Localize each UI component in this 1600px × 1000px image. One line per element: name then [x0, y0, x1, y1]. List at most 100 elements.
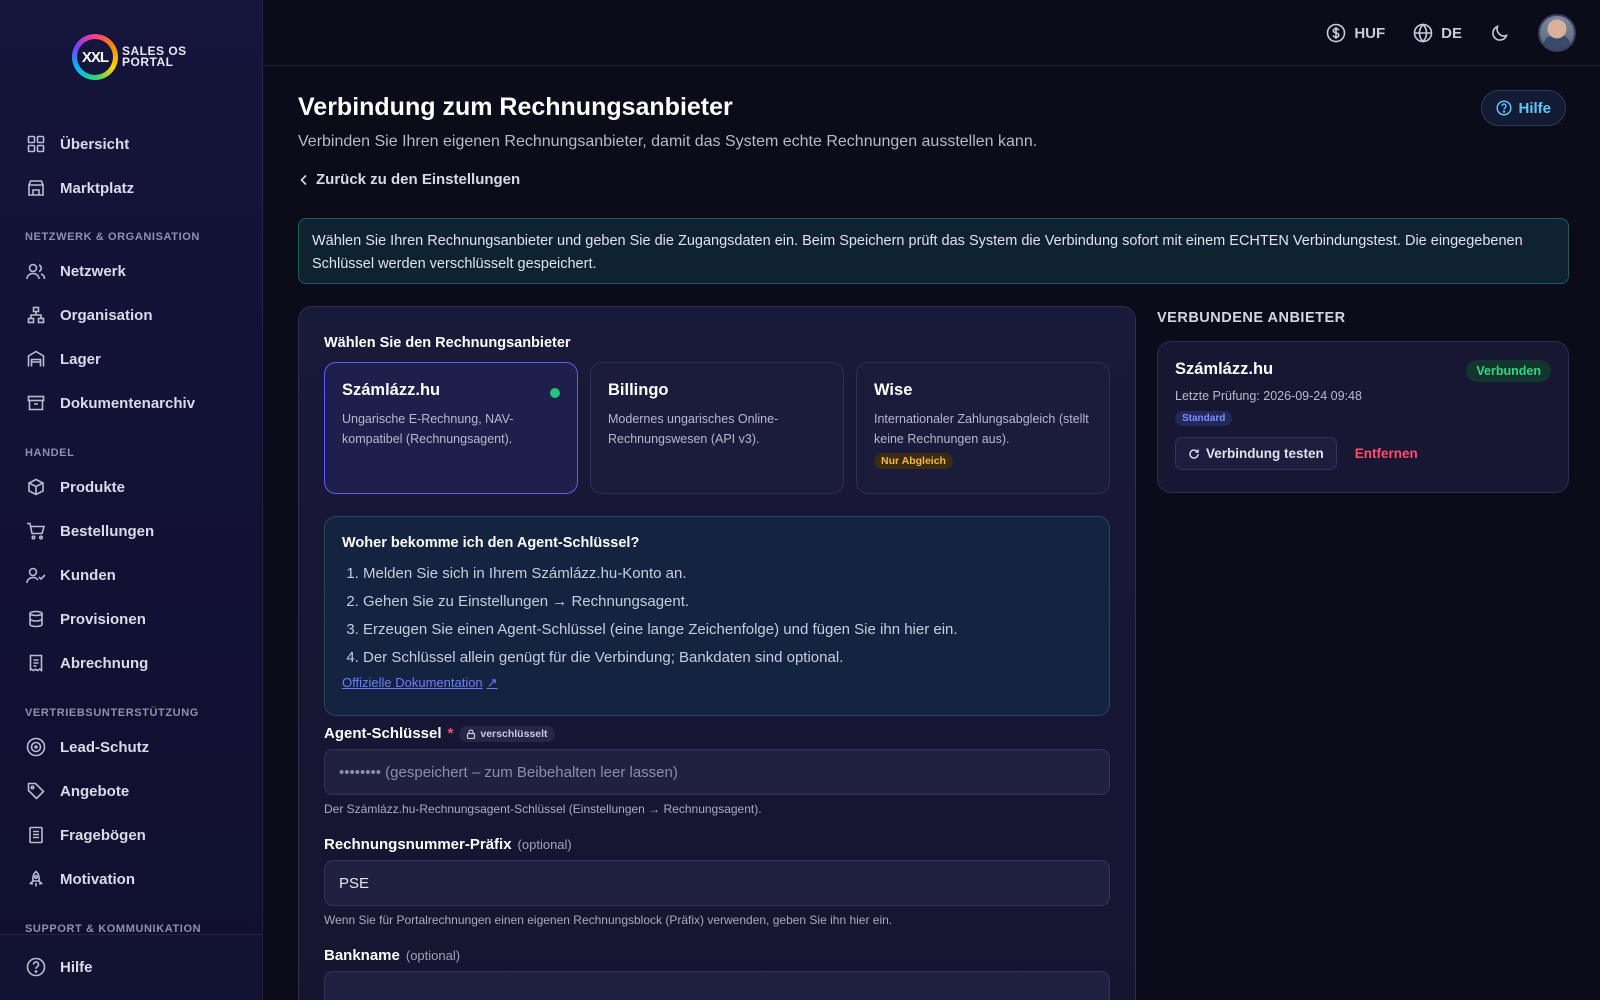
sidebar-item-network[interactable]: Netzwerk — [26, 257, 126, 285]
database-icon — [26, 609, 46, 629]
provider-card: Wählen Sie den Rechnungsanbieter Számláz… — [298, 306, 1136, 1000]
user-check-icon — [26, 565, 46, 585]
sidebar-item-commissions[interactable]: Provisionen — [26, 605, 146, 633]
provider-name: Számlázz.hu — [342, 381, 441, 399]
provider-description: Internationaler Zahlungsabgleich (stellt… — [874, 412, 1089, 446]
last-check: Letzte Prüfung: 2026-09-24 09:48 — [1175, 389, 1362, 403]
provider-section-label: Wählen Sie den Rechnungsanbieter — [324, 335, 571, 351]
sidebar-item-offers[interactable]: Angebote — [26, 777, 129, 805]
status-badge: Verbunden — [1466, 360, 1551, 382]
info-box: Wählen Sie Ihren Rechnungsanbieter und g… — [298, 218, 1569, 284]
test-connection-button[interactable]: Verbindung testen — [1175, 437, 1337, 470]
sidebar-item-products[interactable]: Produkte — [26, 473, 125, 501]
globe-icon — [1413, 23, 1433, 43]
sidebar-item-marketplace[interactable]: Marktplatz — [26, 174, 134, 202]
target-icon — [26, 737, 46, 757]
docs-link[interactable]: Offizielle Dokumentation ↗ — [342, 675, 498, 691]
clipboard-icon — [26, 825, 46, 845]
selected-indicator — [550, 388, 560, 398]
sidebar-item-help[interactable]: Hilfe — [26, 953, 93, 981]
nav-section-trade: HANDEL — [25, 447, 75, 459]
sidebar: XXL SALES OS PORTAL Übersicht Marktplatz… — [0, 0, 263, 1000]
provider-option-wise[interactable]: Wise Internationaler Zahlungsabgleich (s… — [856, 362, 1110, 494]
currency-selector[interactable]: HUF — [1326, 23, 1385, 43]
connected-provider-card: Számlázz.hu Verbunden Letzte Prüfung: 20… — [1157, 341, 1569, 493]
provider-name: Billingo — [608, 381, 669, 399]
page-subtitle: Verbinden Sie Ihren eigenen Rechnungsanb… — [298, 133, 1038, 150]
avatar[interactable] — [1538, 14, 1576, 52]
help-circle-icon — [26, 957, 46, 977]
cart-icon — [26, 521, 46, 541]
encrypted-badge: verschlüsselt — [459, 725, 555, 742]
grid-icon — [26, 134, 46, 154]
nav-section-network: NETZWERK & ORGANISATION — [25, 231, 200, 243]
reconcile-only-badge: Nur Abgleich — [874, 453, 953, 469]
rocket-icon — [26, 869, 46, 889]
howto-box: Woher bekomme ich den Agent-Schlüssel? M… — [324, 516, 1110, 716]
warehouse-icon — [26, 349, 46, 369]
provider-name: Wise — [874, 381, 913, 399]
external-link-icon: ↗ — [486, 675, 498, 690]
agent-key-hint: Der Számlázz.hu-Rechnungsagent-Schlüssel… — [324, 802, 762, 816]
nav-section-sales: VERTRIEBSUNTERSTÜTZUNG — [25, 707, 199, 719]
default-badge: Standard — [1175, 411, 1233, 426]
connected-providers-title: VERBUNDENE ANBIETER — [1157, 310, 1346, 326]
agent-key-input[interactable]: •••••••• (gespeichert – zum Beibehalten … — [324, 749, 1110, 795]
agent-key-label: Agent-Schlüssel * verschlüsselt — [324, 725, 555, 742]
provider-description: Ungarische E-Rechnung, NAV-kompatibel (R… — [342, 412, 514, 446]
top-actions: HUF DE — [1326, 14, 1576, 52]
optional-marker: (optional) — [405, 948, 461, 963]
users-icon — [26, 261, 46, 281]
theme-toggle[interactable] — [1490, 23, 1510, 43]
topbar: HUF DE — [264, 0, 1600, 66]
provider-option-billingo[interactable]: Billingo Modernes ungarisches Online-Rec… — [590, 362, 844, 494]
bank-name-input[interactable] — [324, 971, 1110, 1000]
sidebar-item-overview[interactable]: Übersicht — [26, 130, 129, 158]
org-chart-icon — [26, 305, 46, 325]
sidebar-item-customers[interactable]: Kunden — [26, 561, 116, 589]
sidebar-item-orders[interactable]: Bestellungen — [26, 517, 154, 545]
refresh-icon — [1189, 448, 1199, 459]
howto-step: Melden Sie sich in Ihrem Számlázz.hu-Kon… — [363, 560, 1092, 588]
page-title: Verbindung zum Rechnungsanbieter — [298, 93, 733, 121]
receipt-icon — [26, 653, 46, 673]
howto-step: Erzeugen Sie einen Agent-Schlüssel (eine… — [363, 616, 1092, 644]
prefix-input[interactable]: PSE — [324, 860, 1110, 906]
prefix-label: Rechnungsnummer-Präfix (optional) — [324, 836, 572, 853]
sidebar-item-questionnaires[interactable]: Fragebögen — [26, 821, 146, 849]
currency-icon — [1327, 23, 1346, 43]
bank-name-label: Bankname (optional) — [324, 947, 461, 964]
howto-step: Gehen Sie zu Einstellungen → Rechnungsag… — [363, 588, 1092, 616]
lock-icon — [467, 728, 476, 739]
help-circle-icon — [1496, 100, 1513, 116]
sidebar-footer: Hilfe — [0, 934, 262, 1000]
tag-icon — [26, 781, 46, 801]
optional-marker: (optional) — [517, 837, 572, 852]
sidebar-item-lead-protection[interactable]: Lead-Schutz — [26, 733, 149, 761]
howto-steps: Melden Sie sich in Ihrem Számlázz.hu-Kon… — [363, 560, 1092, 672]
remove-button[interactable]: Entfernen — [1355, 446, 1418, 461]
howto-step: Der Schlüssel allein genügt für die Verb… — [363, 644, 1092, 672]
prefix-value: PSE — [339, 874, 370, 892]
sidebar-item-motivation[interactable]: Motivation — [26, 865, 135, 893]
back-link[interactable]: Zurück zu den Einstellungen — [298, 171, 520, 188]
logo[interactable]: XXL SALES OS PORTAL — [72, 34, 187, 80]
connected-actions: Verbindung testen Entfernen — [1175, 437, 1551, 470]
howto-title: Woher bekomme ich den Agent-Schlüssel? — [342, 535, 640, 551]
moon-icon — [1492, 25, 1508, 41]
store-icon — [26, 178, 46, 198]
language-selector[interactable]: DE — [1413, 23, 1462, 43]
sidebar-item-organisation[interactable]: Organisation — [26, 301, 153, 329]
provider-description: Modernes ungarisches Online-Rechnungswes… — [608, 412, 779, 446]
logo-badge: XXL — [72, 34, 118, 80]
agent-key-placeholder: •••••••• (gespeichert – zum Beibehalten … — [339, 763, 678, 781]
chevron-left-icon — [300, 174, 307, 185]
sidebar-item-billing[interactable]: Abrechnung — [26, 649, 148, 677]
main-content: Verbindung zum Rechnungsanbieter Verbind… — [264, 66, 1600, 1000]
box-icon — [26, 477, 46, 497]
sidebar-item-archive[interactable]: Dokumentenarchiv — [26, 389, 195, 417]
provider-option-szamlazz[interactable]: Számlázz.hu Ungarische E-Rechnung, NAV-k… — [324, 362, 578, 494]
help-button[interactable]: Hilfe — [1481, 90, 1566, 126]
prefix-hint: Wenn Sie für Portalrechnungen einen eige… — [324, 913, 893, 927]
sidebar-item-warehouse[interactable]: Lager — [26, 345, 101, 373]
